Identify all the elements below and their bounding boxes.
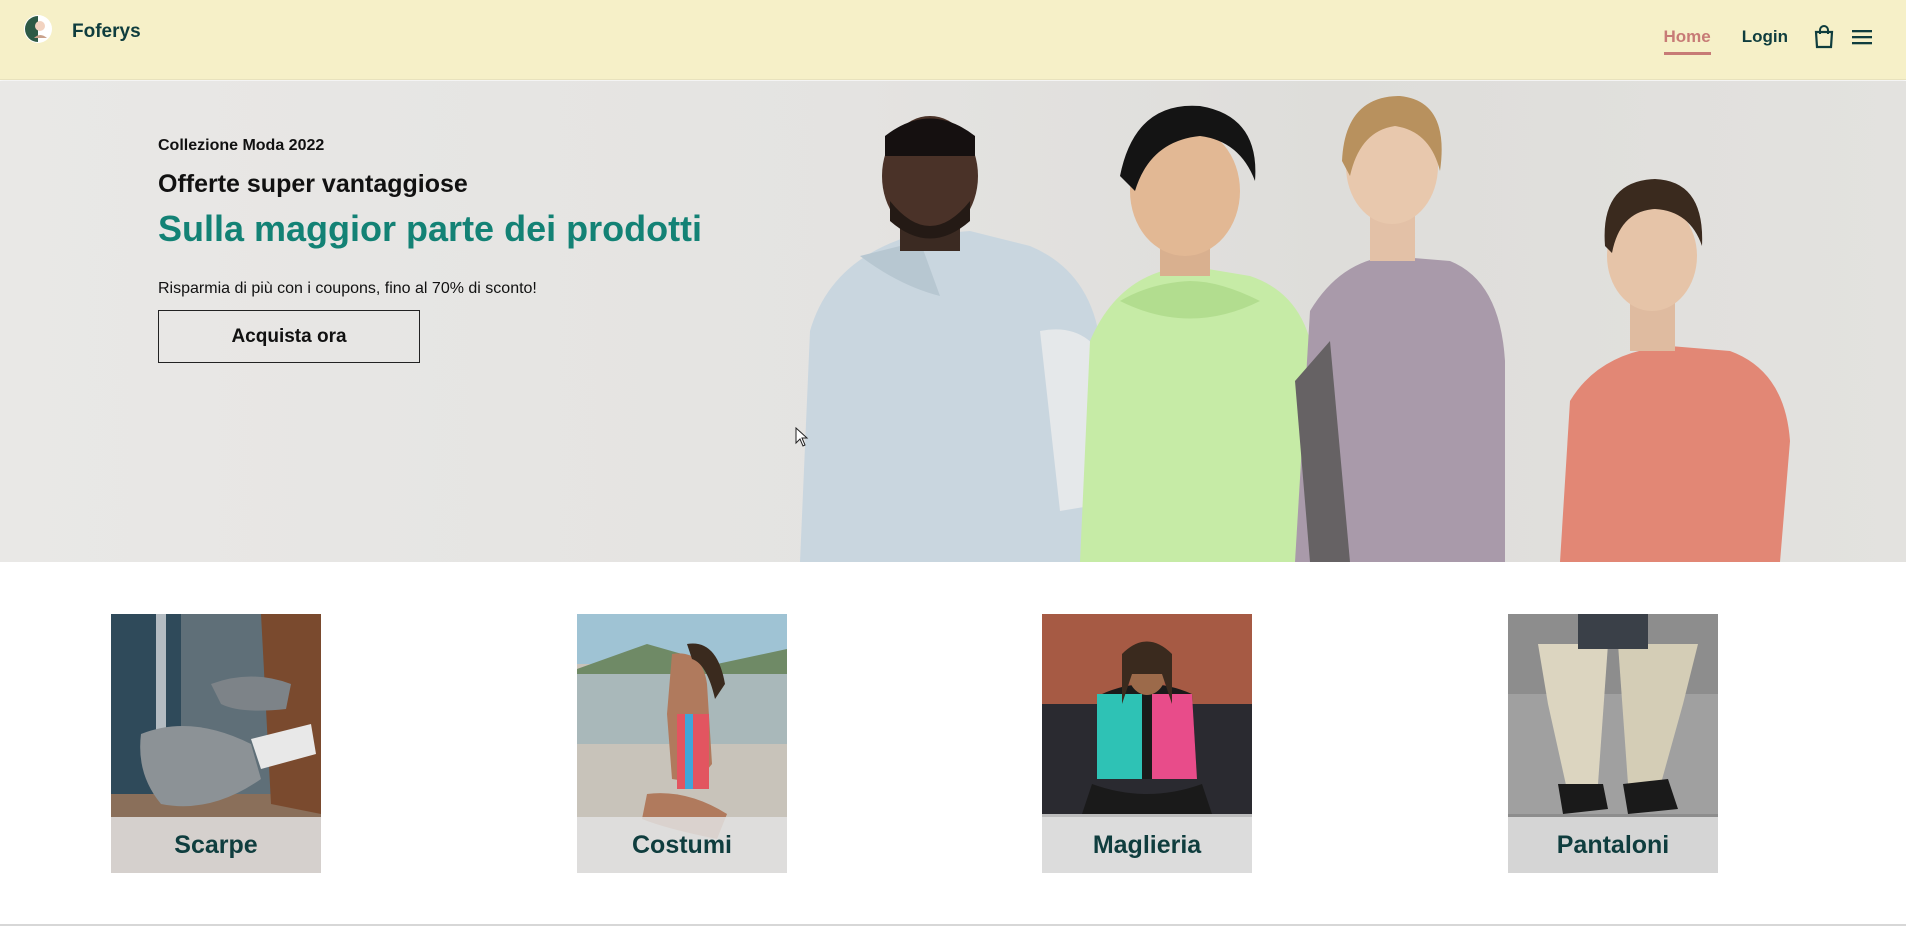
- hero-models-image: [800, 96, 1790, 562]
- model-4: [1560, 179, 1790, 562]
- model-1: [800, 116, 1120, 562]
- logo-icon[interactable]: [22, 13, 54, 45]
- hero-title: Offerte super vantaggiose: [158, 170, 468, 198]
- category-card-costumi[interactable]: Costumi: [577, 614, 787, 873]
- hero-text-block: Collezione Moda 2022 Offerte super vanta…: [158, 137, 702, 363]
- model-2: [1080, 105, 1320, 562]
- shop-now-button[interactable]: Acquista ora: [158, 310, 420, 363]
- hero-eyebrow: Collezione Moda 2022: [158, 137, 325, 154]
- nav-login-link[interactable]: Login: [1742, 27, 1788, 47]
- menu-icon[interactable]: [1850, 24, 1874, 50]
- mouse-cursor-icon: [795, 427, 809, 447]
- category-card-scarpe[interactable]: Scarpe: [111, 614, 321, 873]
- category-card-pantaloni[interactable]: Pantaloni: [1508, 614, 1718, 873]
- category-label-scarpe: Scarpe: [111, 817, 321, 873]
- main-nav: Home Login: [1633, 24, 1875, 55]
- hero-banner: Collezione Moda 2022 Offerte super vanta…: [0, 81, 1906, 562]
- hero-description: Risparmia di più con i coupons, fino al …: [158, 280, 537, 297]
- brand-name[interactable]: Foferys: [72, 21, 141, 43]
- hero-highlight: Sulla maggior parte dei prodotti: [158, 208, 703, 249]
- category-label-maglieria: Maglieria: [1042, 817, 1252, 873]
- bag-icon[interactable]: [1812, 24, 1836, 50]
- nav-home-link[interactable]: Home: [1663, 27, 1711, 55]
- model-3: [1295, 96, 1505, 562]
- category-card-maglieria[interactable]: Maglieria: [1042, 614, 1252, 873]
- site-header: Foferys Home Login: [0, 0, 1906, 80]
- category-label-pantaloni: Pantaloni: [1508, 817, 1718, 873]
- category-label-costumi: Costumi: [577, 817, 787, 873]
